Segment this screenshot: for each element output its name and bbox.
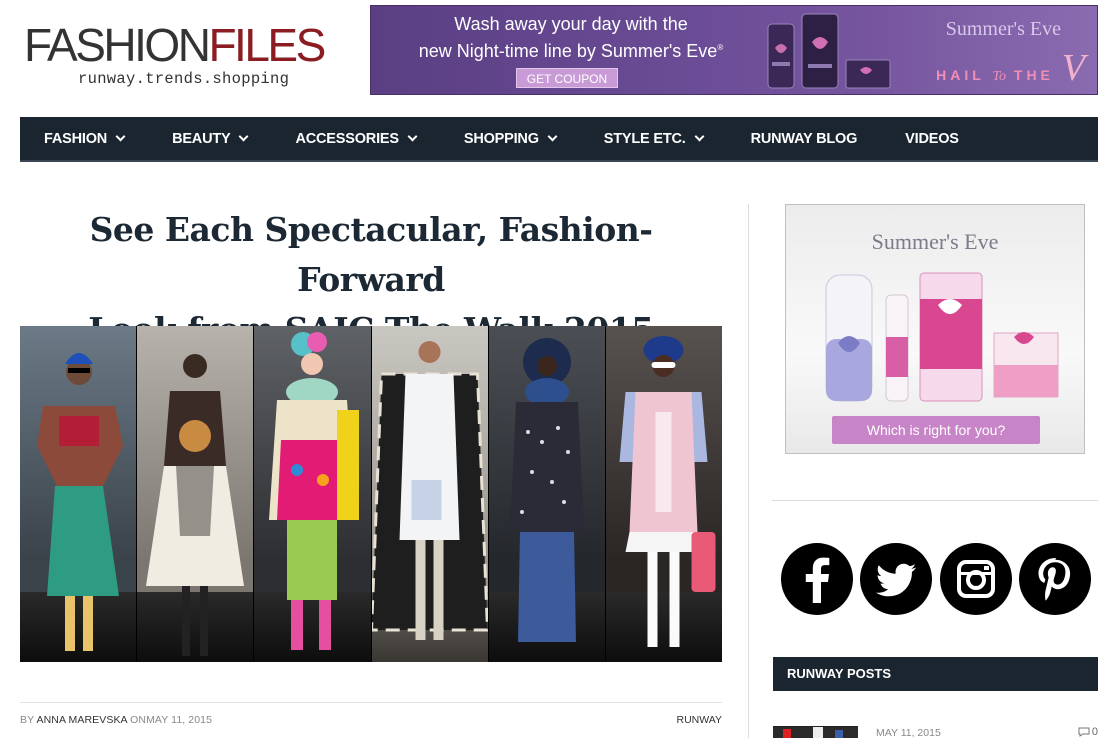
byline-prefix: BY bbox=[20, 714, 35, 726]
banner-line-2: new Night-time line by Summer's Eve® bbox=[418, 41, 724, 61]
twitter-icon[interactable] bbox=[860, 543, 933, 615]
chevron-down-icon bbox=[239, 131, 249, 142]
sidebar-divider bbox=[772, 500, 1098, 501]
nav-item-label: BEAUTY bbox=[172, 130, 231, 147]
article-byline: BY ANNA MAREVSKA ONMAY 11, 2015 bbox=[20, 714, 212, 726]
logo-wordmark: FASHIONFILES bbox=[24, 20, 354, 70]
slogan-the: THE bbox=[1013, 67, 1054, 83]
article-title-line-1: See Each Spectacular, Fashion-Forward bbox=[89, 210, 653, 299]
nav-item-label: STYLE ETC. bbox=[603, 130, 686, 147]
chevron-down-icon bbox=[694, 131, 705, 142]
post-thumbnail[interactable] bbox=[773, 726, 858, 738]
chevron-down-icon bbox=[407, 131, 418, 142]
nav-item-label: VIDEOS bbox=[905, 130, 959, 147]
banner-line-2-text: new Night-time line by Summer's Eve bbox=[418, 41, 718, 61]
runway-look-4 bbox=[371, 326, 489, 662]
nav-item-label: FASHION bbox=[44, 130, 108, 147]
slogan-hail: HAIL bbox=[936, 67, 985, 83]
nav-item-style-etc[interactable]: STYLE ETC. bbox=[580, 131, 727, 147]
nav-item-shopping[interactable]: SHOPPING bbox=[440, 131, 580, 147]
article-meta-divider bbox=[20, 702, 722, 703]
sidebar-ad[interactable]: Summer's Eve Which is right for you? bbox=[785, 204, 1085, 454]
comment-icon bbox=[1078, 727, 1090, 737]
slogan-v: V bbox=[1061, 47, 1085, 89]
nav-item-label: SHOPPING bbox=[463, 130, 539, 147]
get-coupon-button[interactable]: GET COUPON bbox=[516, 68, 618, 88]
nav-item-videos[interactable]: VIDEOS bbox=[881, 131, 983, 147]
social-links bbox=[781, 543, 1091, 617]
banner-brand: Summer's Eve bbox=[945, 18, 1061, 40]
runway-posts-header: RUNWAY POSTS bbox=[773, 657, 1098, 691]
article-date: MAY 11, 2015 bbox=[146, 714, 213, 726]
runway-look-2 bbox=[137, 326, 255, 662]
which-is-right-button[interactable]: Which is right for you? bbox=[832, 416, 1040, 444]
runway-look-5 bbox=[488, 326, 606, 662]
logo-fashion-text: FASHION bbox=[24, 19, 211, 71]
category-link[interactable]: RUNWAY bbox=[677, 714, 723, 726]
article-hero-image[interactable] bbox=[20, 326, 722, 662]
runway-look-1 bbox=[20, 326, 138, 662]
post-comments[interactable]: 0 bbox=[1078, 726, 1098, 738]
nav-item-accessories[interactable]: ACCESSORIES bbox=[271, 131, 439, 147]
chevron-down-icon bbox=[115, 131, 126, 142]
instagram-icon[interactable] bbox=[939, 543, 1012, 615]
nav-item-runway-blog[interactable]: RUNWAY BLOG bbox=[727, 131, 882, 147]
sidebar-ad-brand: Summer's Eve bbox=[871, 229, 999, 254]
nav-item-label: ACCESSORIES bbox=[295, 130, 399, 147]
banner-ad[interactable]: Wash away your day with the new Night-ti… bbox=[370, 5, 1098, 95]
banner-line-1: Wash away your day with the bbox=[454, 14, 688, 34]
sidebar-ad-products bbox=[825, 272, 1059, 402]
post-date: MAY 11, 2015 bbox=[876, 727, 941, 738]
banner-ad-text: Wash away your day with the new Night-ti… bbox=[401, 12, 741, 63]
logo-files-text: FILES bbox=[208, 19, 326, 71]
nav-item-label: RUNWAY BLOG bbox=[750, 130, 858, 147]
nav-item-beauty[interactable]: BEAUTY bbox=[148, 131, 271, 147]
site-logo[interactable]: FASHIONFILES runway.trends.shopping bbox=[24, 20, 354, 88]
main-nav: FASHION BEAUTY ACCESSORIES SHOPPING STYLE ET… bbox=[20, 117, 1098, 162]
author-link[interactable]: ANNA MAREVSKA bbox=[36, 714, 127, 726]
facebook-icon[interactable] bbox=[781, 543, 853, 615]
content-divider bbox=[748, 204, 749, 738]
product-image bbox=[767, 13, 891, 89]
pinterest-icon[interactable] bbox=[1018, 543, 1091, 615]
logo-tagline: runway.trends.shopping bbox=[78, 70, 290, 88]
nav-item-fashion[interactable]: FASHION bbox=[20, 131, 148, 147]
runway-look-6 bbox=[605, 326, 722, 662]
chevron-down-icon bbox=[547, 131, 558, 142]
comment-count: 0 bbox=[1091, 726, 1098, 738]
byline-on: ON bbox=[130, 714, 147, 726]
runway-look-3 bbox=[254, 326, 372, 662]
slogan-to: To bbox=[992, 69, 1006, 84]
banner-slogan: HAIL To THE V bbox=[936, 46, 1085, 90]
